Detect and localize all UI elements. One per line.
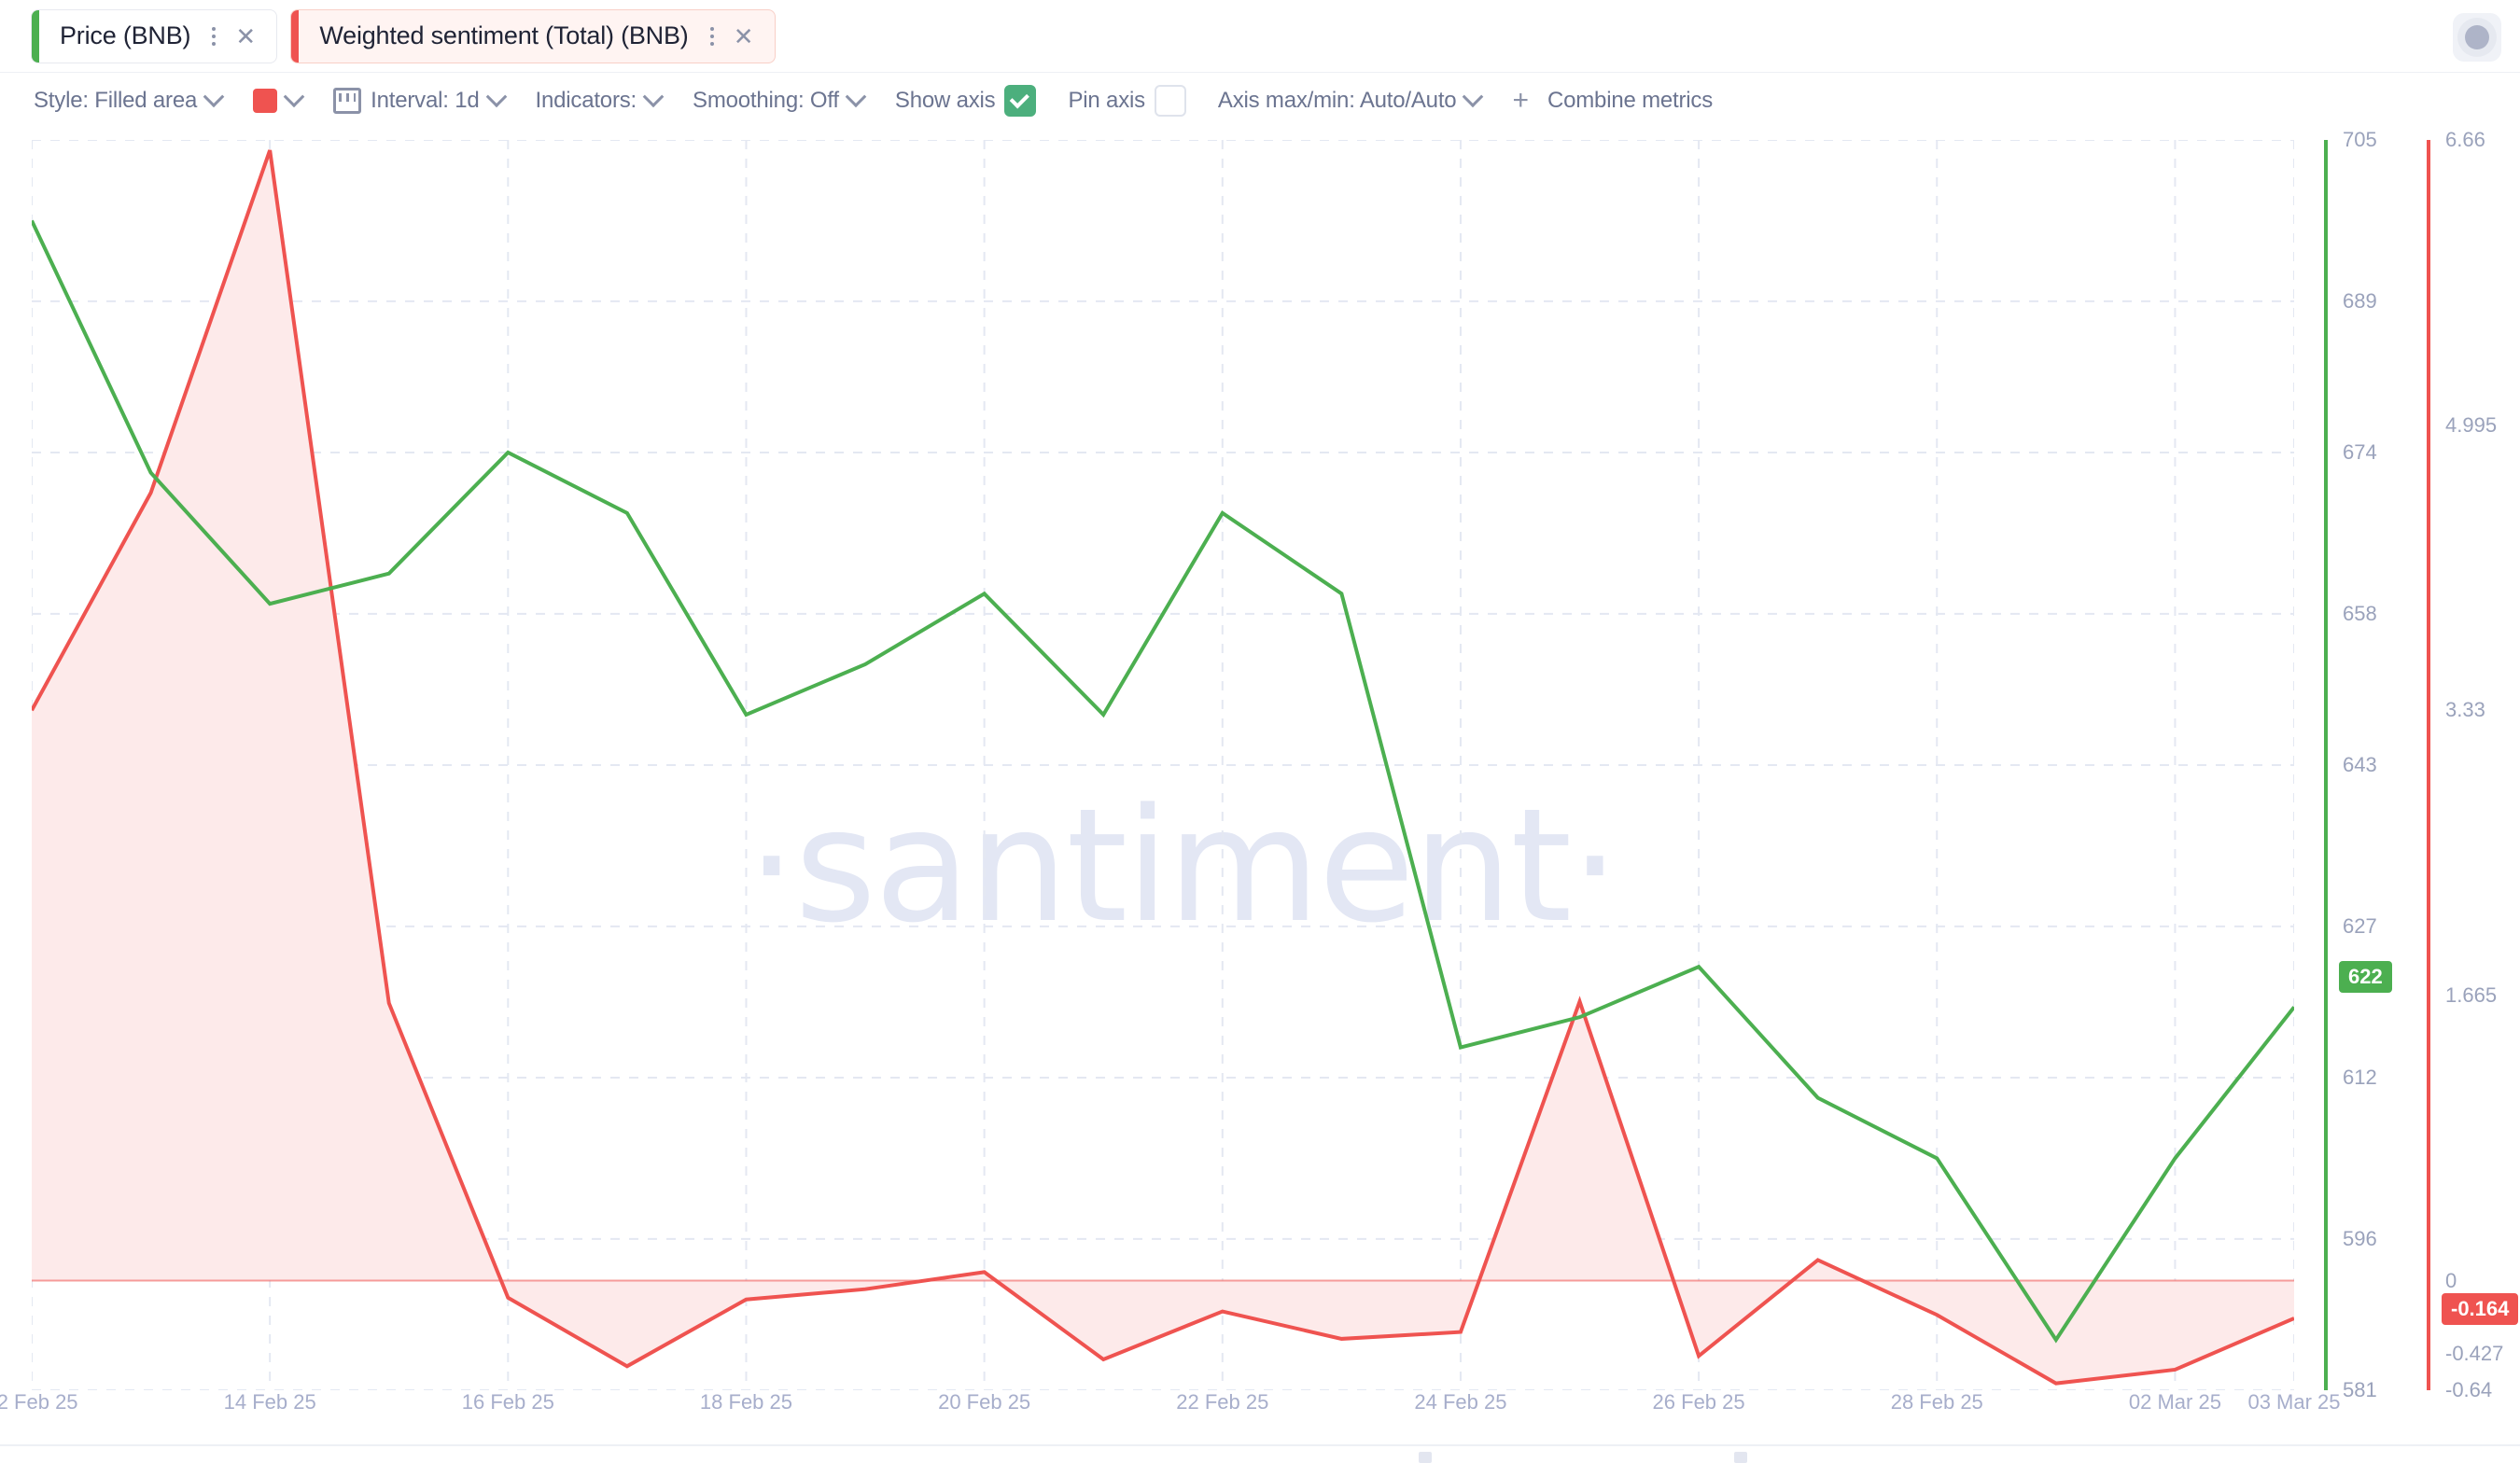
axis-tick-label: 658 xyxy=(2343,602,2377,626)
axis-tick-label: 674 xyxy=(2343,440,2377,465)
metric-tab-weighted-sentiment[interactable]: Weighted sentiment (Total) (BNB) ✕ xyxy=(290,9,775,63)
date-tick-label: 22 Feb 25 xyxy=(1176,1390,1268,1414)
combine-metrics-button[interactable]: + Combine metrics xyxy=(1512,87,1713,115)
axis-maxmin-dropdown[interactable]: Axis max/min: Auto/Auto xyxy=(1218,88,1481,114)
show-axis-label: Show axis xyxy=(895,88,996,114)
axis-tick-label: 643 xyxy=(2343,753,2377,777)
indicators-dropdown-label: Indicators: xyxy=(536,88,637,114)
chevron-down-icon xyxy=(1463,86,1484,107)
show-axis-control[interactable]: Show axis xyxy=(895,85,1037,117)
date-tick-label: 14 Feb 25 xyxy=(224,1390,316,1414)
tab-accent-bar xyxy=(291,10,299,63)
interval-dropdown[interactable]: Interval: 1d xyxy=(333,88,503,114)
chart-svg xyxy=(32,140,2294,1390)
combine-metrics-label: Combine metrics xyxy=(1547,88,1713,114)
date-tick-label: 16 Feb 25 xyxy=(462,1390,554,1414)
footer-icon[interactable] xyxy=(1419,1452,1432,1463)
smoothing-dropdown[interactable]: Smoothing: Off xyxy=(693,88,863,114)
axis-tick-label: 705 xyxy=(2343,128,2377,152)
date-tick-label: 02 Mar 25 xyxy=(2129,1390,2221,1414)
santiment-chart-app: Price (BNB) ✕ Weighted sentiment (Total)… xyxy=(0,0,2520,1463)
chevron-down-icon xyxy=(284,86,305,107)
kebab-menu-icon[interactable] xyxy=(698,27,726,46)
footer-icon[interactable] xyxy=(1734,1452,1747,1463)
pin-axis-label: Pin axis xyxy=(1068,88,1144,114)
interval-icon xyxy=(333,88,361,114)
avatar-icon[interactable] xyxy=(2453,13,2501,62)
date-tick-label: 28 Feb 25 xyxy=(1891,1390,1983,1414)
close-icon[interactable]: ✕ xyxy=(228,19,263,54)
axis-tick-label: 689 xyxy=(2343,289,2377,314)
axis-tick-label: 1.665 xyxy=(2445,983,2497,1008)
chevron-down-icon xyxy=(846,86,867,107)
chart-plot[interactable] xyxy=(32,140,2294,1390)
tab-accent-bar xyxy=(32,10,39,63)
axis-tick-label: 0 xyxy=(2445,1269,2457,1293)
interval-dropdown-label: Interval: 1d xyxy=(371,88,479,114)
price-axis-spine xyxy=(2324,140,2328,1390)
date-tick-label: 20 Feb 25 xyxy=(938,1390,1030,1414)
indicators-dropdown[interactable]: Indicators: xyxy=(536,88,662,114)
metric-tab-label: Weighted sentiment (Total) (BNB) xyxy=(299,21,697,50)
current-value-badge: 622 xyxy=(2339,961,2392,993)
axis-maxmin-label: Axis max/min: Auto/Auto xyxy=(1218,88,1457,114)
color-dropdown[interactable] xyxy=(253,89,301,113)
axis-tick-label: 4.995 xyxy=(2445,413,2497,438)
date-x-axis: 12 Feb 25 14 Feb 25 16 Feb 25 18 Feb 25 20 F… xyxy=(0,1390,2520,1437)
pin-axis-checkbox[interactable] xyxy=(1155,85,1186,117)
axis-tick-label: -0.427 xyxy=(2445,1342,2503,1366)
date-tick-label: 12 Feb 25 xyxy=(0,1390,78,1414)
chevron-down-icon xyxy=(485,86,507,107)
plus-icon: + xyxy=(1512,87,1529,115)
style-dropdown[interactable]: Style: Filled area xyxy=(34,88,221,114)
date-tick-label: 26 Feb 25 xyxy=(1653,1390,1745,1414)
date-tick-label: 24 Feb 25 xyxy=(1414,1390,1506,1414)
metric-tab-bar: Price (BNB) ✕ Weighted sentiment (Total)… xyxy=(0,0,2520,73)
sentiment-axis-spine xyxy=(2427,140,2430,1390)
pin-axis-control[interactable]: Pin axis xyxy=(1068,85,1185,117)
axis-tick-label: 627 xyxy=(2343,914,2377,939)
axis-tick-label: 612 xyxy=(2343,1066,2377,1090)
footer-divider xyxy=(0,1444,2520,1446)
kebab-menu-icon[interactable] xyxy=(200,27,228,46)
axis-tick-label: 6.66 xyxy=(2445,128,2485,152)
color-swatch-icon xyxy=(253,89,277,113)
chart-toolbar: Style: Filled area Interval: 1d Indicato… xyxy=(0,73,2520,129)
axis-tick-label: 596 xyxy=(2343,1227,2377,1251)
chevron-down-icon xyxy=(203,86,225,107)
chevron-down-icon xyxy=(643,86,665,107)
current-value-badge: -0.164 xyxy=(2442,1293,2518,1325)
close-icon[interactable]: ✕ xyxy=(726,19,762,54)
metric-tab-price[interactable]: Price (BNB) ✕ xyxy=(31,9,277,63)
show-axis-checkbox[interactable] xyxy=(1004,85,1036,117)
date-tick-label: 03 Mar 25 xyxy=(2247,1390,2340,1414)
metric-tab-label: Price (BNB) xyxy=(39,21,200,50)
style-dropdown-label: Style: Filled area xyxy=(34,88,197,114)
smoothing-dropdown-label: Smoothing: Off xyxy=(693,88,839,114)
chart-area[interactable]: ·santiment· xyxy=(0,131,2520,1418)
axis-tick-label: 3.33 xyxy=(2445,698,2485,722)
date-tick-label: 18 Feb 25 xyxy=(700,1390,792,1414)
avatar-dot xyxy=(2465,25,2489,49)
